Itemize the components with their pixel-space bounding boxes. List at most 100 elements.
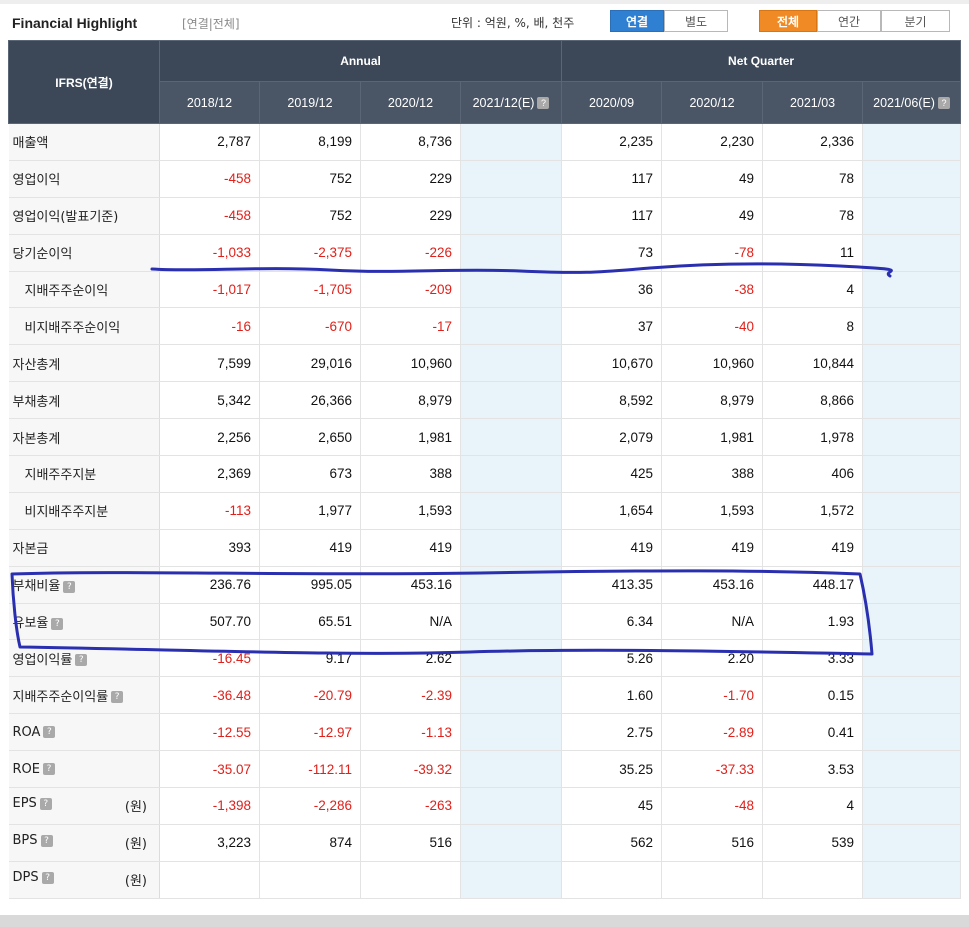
table-row: 부채비율? 236.76 995.05 453.16 413.35 453.16 448.1… xyxy=(8,566,962,604)
quarter-value-cell: 1,981 xyxy=(661,418,764,457)
quarter-value-cell: 10,670 xyxy=(561,344,663,383)
annual-value-cell: -16.45 xyxy=(159,639,260,678)
quarter-value-cell: 1,654 xyxy=(561,492,663,530)
quarter-value-cell: 8,866 xyxy=(762,381,864,420)
quarter-value-cell: 78 xyxy=(762,160,864,198)
annual-value-cell: 8,979 xyxy=(360,381,461,420)
annual-value-cell: -2,375 xyxy=(259,234,361,272)
quarter-value-cell: 2.20 xyxy=(661,639,764,678)
help-icon[interactable]: ? xyxy=(42,763,55,776)
annual-value-cell: -16 xyxy=(159,307,260,346)
annual-value-cell: 229 xyxy=(360,160,461,198)
help-icon[interactable]: ? xyxy=(63,580,76,593)
row-label: 부채비율? xyxy=(8,566,160,604)
table-row: 지배주주순이익 -1,017 -1,705 -209 36 -38 4 xyxy=(8,271,962,309)
table-row: 매출액 2,787 8,199 8,736 2,235 2,230 2,336 xyxy=(8,123,962,161)
row-label: 영업이익(발표기준) xyxy=(8,197,160,235)
row-label: 비지배주주지분 xyxy=(8,492,160,530)
help-icon[interactable]: ? xyxy=(40,834,53,847)
annual-value-cell xyxy=(460,676,563,715)
help-icon[interactable]: ? xyxy=(39,797,52,810)
annual-value-cell: -458 xyxy=(159,197,260,235)
quarter-value-cell: 388 xyxy=(661,455,764,493)
quarter-value-cell xyxy=(862,603,962,641)
help-icon[interactable]: ? xyxy=(41,871,54,884)
quarter-value-cell xyxy=(862,234,962,272)
row-label: 비지배주주순이익 xyxy=(8,307,160,346)
annual-value-cell xyxy=(460,824,563,862)
annual-value-cell xyxy=(460,861,563,899)
quarter-value-cell: 8,979 xyxy=(661,381,764,420)
annual-value-cell: -12.97 xyxy=(259,713,361,752)
row-label: 매출액 xyxy=(8,123,160,161)
row-label-text: ROA xyxy=(12,724,41,740)
row-label-text: 자본총계 xyxy=(12,431,61,447)
annual-value-cell: 2,256 xyxy=(159,418,260,457)
annual-value-cell: -20.79 xyxy=(259,676,361,715)
row-label-text: 영업이익률 xyxy=(12,652,73,668)
quarter-value-cell xyxy=(862,824,962,862)
quarter-value-cell xyxy=(862,639,962,678)
annual-value-cell: 2,369 xyxy=(159,455,260,493)
annual-value-cell: -263 xyxy=(360,787,461,825)
quarter-value-cell: 49 xyxy=(661,197,764,235)
column-header-label: 2021/03 xyxy=(789,95,836,110)
annual-value-cell xyxy=(360,861,461,899)
quarter-value-cell: 49 xyxy=(661,160,764,198)
quarter-value-cell: -48 xyxy=(661,787,764,825)
quarter-value-cell: 425 xyxy=(561,455,663,493)
help-icon[interactable]: ? xyxy=(111,691,124,704)
quarter-value-cell: 37 xyxy=(561,307,663,346)
row-label: 부채총계 xyxy=(8,381,160,420)
quarter-value-cell xyxy=(862,271,962,309)
toggle-quarter-button[interactable]: 분기 xyxy=(881,10,950,32)
help-icon[interactable]: ? xyxy=(937,97,950,110)
annual-value-cell xyxy=(460,197,563,235)
quarter-value-cell xyxy=(862,676,962,715)
help-icon[interactable]: ? xyxy=(43,726,56,739)
quarter-value-cell xyxy=(862,861,962,899)
quarter-value-cell: -40 xyxy=(661,307,764,346)
toggle-all-button[interactable]: 전체 xyxy=(759,10,817,32)
row-label: BPS? (원) xyxy=(8,824,160,862)
annual-value-cell: 229 xyxy=(360,197,461,235)
quarter-value-cell xyxy=(862,197,962,235)
quarter-value-cell: 406 xyxy=(762,455,864,493)
row-label-text: 유보율 xyxy=(12,616,49,632)
toggle-separate-button[interactable]: 별도 xyxy=(664,10,728,32)
row-label: 영업이익률? xyxy=(8,639,160,678)
quarter-value-cell xyxy=(862,566,962,604)
annual-value-cell: 874 xyxy=(259,824,361,862)
help-icon[interactable]: ? xyxy=(51,617,64,630)
column-header-label: 2021/12(E) xyxy=(472,95,535,110)
quarter-value-cell: -38 xyxy=(661,271,764,309)
row-label-text: EPS xyxy=(12,796,37,812)
annual-value-cell: 393 xyxy=(159,529,260,567)
column-header: 2020/12 xyxy=(661,81,764,124)
annual-value-cell: 2.62 xyxy=(360,639,461,678)
annual-value-cell: -1,033 xyxy=(159,234,260,272)
annual-value-cell: 453.16 xyxy=(360,566,461,604)
toggle-consolidated-button[interactable]: 연결 xyxy=(610,10,664,32)
help-icon[interactable]: ? xyxy=(75,654,88,667)
annual-value-cell: -1,017 xyxy=(159,271,260,309)
column-header-label: 2020/09 xyxy=(588,95,635,110)
row-label: 자본금 xyxy=(8,529,160,567)
annual-value-cell xyxy=(460,381,563,420)
annual-value-cell: 673 xyxy=(259,455,361,493)
help-icon[interactable]: ? xyxy=(537,97,550,110)
quarter-value-cell: 1.93 xyxy=(762,603,864,641)
annual-value-cell xyxy=(460,713,563,752)
row-label-text: 지배주주순이익 xyxy=(24,284,109,299)
row-label-text: BPS xyxy=(12,833,38,849)
annual-value-cell: 1,593 xyxy=(360,492,461,530)
annual-value-cell: -17 xyxy=(360,307,461,346)
row-label-text: 영업이익(발표기준) xyxy=(12,210,119,226)
table-row: 자본총계 2,256 2,650 1,981 2,079 1,981 1,978 xyxy=(8,418,962,457)
toggle-annual-button[interactable]: 연간 xyxy=(817,10,881,32)
corner-header: IFRS(연결) xyxy=(8,40,160,124)
quarter-value-cell xyxy=(862,750,962,789)
annual-value-cell: 752 xyxy=(259,160,361,198)
annual-value-cell: 8,199 xyxy=(259,123,361,161)
annual-value-cell: 752 xyxy=(259,197,361,235)
